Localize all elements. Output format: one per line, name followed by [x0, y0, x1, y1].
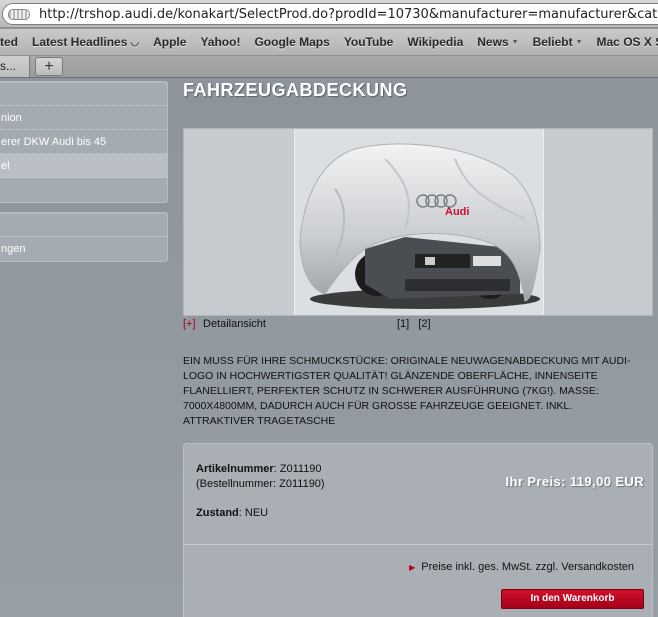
tab-bar: s... + — [0, 56, 658, 78]
sidebar: nion erer DKW Audi bis 45 el ngen — [0, 81, 168, 271]
bookmark-item[interactable]: Google Maps — [247, 35, 336, 49]
bookmark-item[interactable]: Beliebt ▼ — [526, 35, 590, 49]
image-logo-text: Audi — [445, 206, 469, 218]
bookmark-item[interactable]: Wikipedia — [400, 35, 470, 49]
sidebar-item[interactable]: el — [0, 154, 167, 178]
image-page-2-link[interactable]: [2] — [418, 318, 430, 330]
bookmark-item[interactable]: ted — [0, 35, 25, 49]
bookmarks-bar: ted Latest Headlines ◡ Apple Yahoo! Google Ma… — [0, 29, 658, 56]
sidebar-item[interactable]: erer DKW Audi bis 45 — [0, 130, 167, 154]
product-image-frame: Audi — [183, 128, 653, 316]
tab-label: s... — [0, 59, 17, 73]
rss-icon: ◡ — [130, 36, 140, 48]
covered-car-illustration: Audi — [299, 143, 541, 309]
add-to-cart-button[interactable]: In den Warenkorb — [501, 589, 644, 609]
product-price: Ihr Preis: 119,00 EUR — [505, 474, 644, 489]
article-number-label: Artikelnummer — [196, 463, 274, 475]
article-info: Artikelnummer: Z011190 (Bestellnummer: Z… — [196, 462, 325, 492]
detail-view-link[interactable]: Detailansicht — [203, 318, 266, 330]
condition-row: Zustand: NEU — [196, 507, 268, 519]
sidebar-item[interactable] — [0, 178, 167, 202]
condition-value: : NEU — [238, 507, 269, 519]
price-box: Artikelnummer: Z011190 (Bestellnummer: Z… — [183, 443, 653, 617]
url-text: http://trshop.audi.de/konakart/SelectPro… — [39, 7, 658, 22]
address-bar: http://trshop.audi.de/konakart/SelectPro… — [0, 0, 658, 28]
bookmark-label: Mac OS X So — [596, 35, 658, 49]
bookmark-item[interactable]: Yahoo! — [193, 35, 247, 49]
triangle-right-icon: ▶ — [409, 563, 416, 572]
bookmark-label: ted — [0, 35, 18, 49]
bookmark-label: Google Maps — [254, 35, 330, 49]
bookmark-label: Beliebt — [532, 35, 573, 49]
chevron-down-icon: ▼ — [575, 38, 583, 46]
image-pager: [1] [2] — [397, 318, 437, 330]
page-content: nion erer DKW Audi bis 45 el ngen FAHRZEUG… — [0, 78, 658, 617]
bookmark-label: Wikipedia — [407, 35, 464, 49]
price-note-text: Preise inkl. ges. MwSt. zzgl. Versandkos… — [421, 561, 634, 573]
condition-label: Zustand — [196, 507, 239, 519]
price-note[interactable]: ▶ Preise inkl. ges. MwSt. zzgl. Versandko… — [409, 561, 634, 573]
page-title: FAHRZEUGABDECKUNG — [183, 80, 408, 100]
order-number: (Bestellnummer: Z011190) — [196, 478, 325, 490]
browser-tab[interactable]: s... — [0, 56, 30, 77]
image-page-1-link[interactable]: [1] — [397, 318, 409, 330]
bookmark-label: Latest Headlines — [32, 35, 128, 49]
bookmark-item[interactable]: Apple — [146, 35, 193, 49]
new-tab-button[interactable]: + — [35, 57, 63, 76]
article-number-row: Artikelnummer: Z011190 — [196, 462, 325, 477]
sidebar-category-box: nion erer DKW Audi bis 45 el — [0, 81, 168, 203]
bookmark-label: News — [477, 35, 509, 49]
sidebar-item[interactable]: ngen — [0, 237, 167, 261]
chevron-down-icon: ▼ — [511, 38, 519, 46]
detail-expand-icon[interactable]: [+] — [183, 318, 196, 330]
bookmark-item[interactable]: Mac OS X So — [590, 35, 658, 49]
product-image[interactable]: Audi — [294, 129, 544, 315]
bookmark-label: YouTube — [343, 35, 394, 49]
sidebar-item[interactable] — [0, 82, 167, 106]
bookmark-item[interactable]: News ▼ — [470, 35, 525, 49]
image-controls: [+] Detailansicht [1] [2] — [183, 318, 653, 332]
sidebar-item[interactable] — [0, 213, 167, 237]
sidebar-secondary-box: ngen — [0, 212, 168, 262]
sidebar-item[interactable]: nion — [0, 106, 167, 130]
url-field[interactable]: http://trshop.audi.de/konakart/SelectPro… — [2, 3, 658, 25]
bookmark-label: Apple — [153, 35, 187, 49]
bookmark-item[interactable]: YouTube — [337, 35, 401, 49]
bookmark-label: Yahoo! — [200, 35, 241, 49]
product-description: EIN MUSS FÜR IHRE SCHMUCKSTÜCKE: ORIGINA… — [183, 355, 631, 427]
site-icon — [8, 9, 30, 20]
price-divider — [184, 544, 652, 545]
bookmark-item[interactable]: Latest Headlines ◡ — [25, 35, 146, 49]
article-number-value: : Z011190 — [273, 463, 322, 475]
